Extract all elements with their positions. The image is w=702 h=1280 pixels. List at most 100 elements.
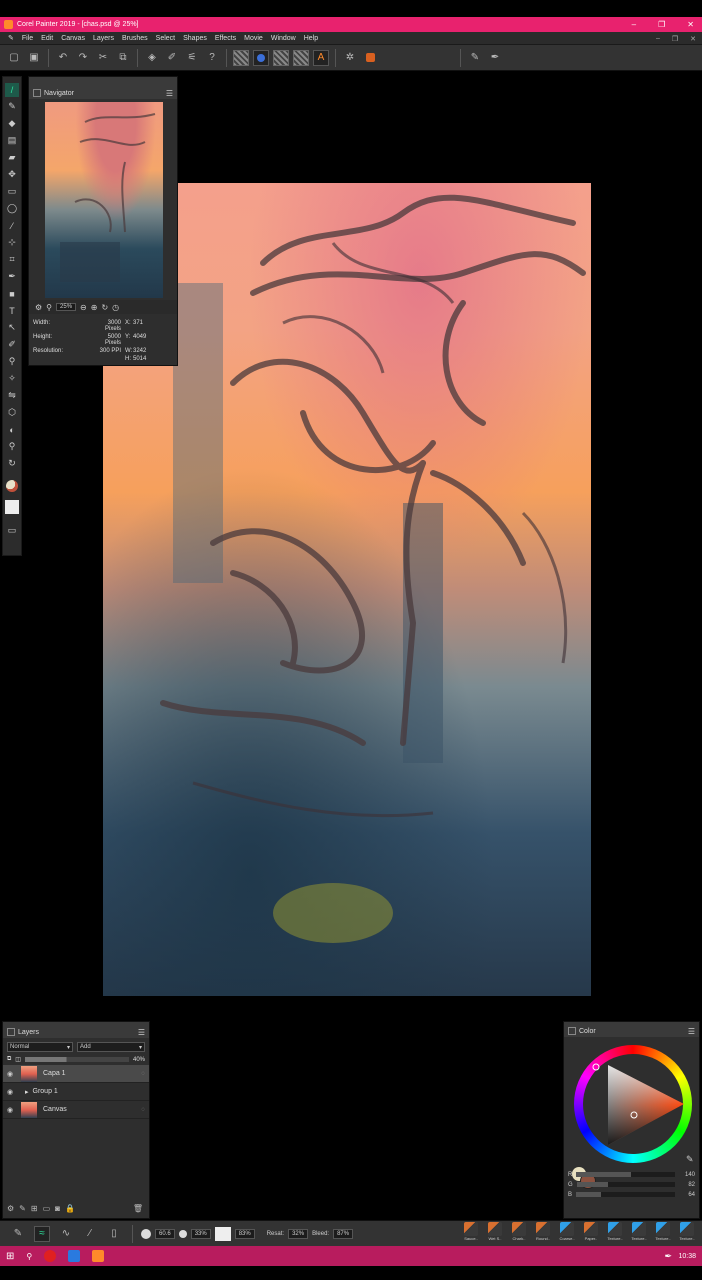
blue-slider[interactable] bbox=[576, 1192, 675, 1197]
doc-minimize-button[interactable]: – bbox=[656, 35, 660, 42]
brush-selector-icon[interactable]: ✎ bbox=[10, 1226, 26, 1242]
rubber-stamp-icon[interactable]: ⚲ bbox=[5, 355, 19, 369]
nav-zoom-in-icon[interactable]: ⊕ bbox=[91, 303, 98, 312]
menu-brushes[interactable]: Brushes bbox=[118, 35, 152, 42]
painter-taskbar-icon[interactable] bbox=[92, 1250, 105, 1262]
menu-effects[interactable]: Effects bbox=[211, 35, 240, 42]
color-set-icon[interactable] bbox=[253, 49, 269, 66]
layer-link-icon[interactable]: ◌ bbox=[141, 1107, 145, 1113]
dropper-tool-icon[interactable]: ✎ bbox=[5, 100, 19, 114]
dynamic-plugins-icon[interactable]: ✎ bbox=[19, 1204, 26, 1213]
layer-commands-icon[interactable]: ⚙ bbox=[7, 1204, 14, 1213]
copy-icon[interactable]: ⧉ bbox=[115, 50, 131, 66]
bleed-field[interactable]: 87% bbox=[333, 1228, 354, 1239]
blue-slider-row[interactable]: B 64 bbox=[564, 1190, 699, 1199]
layer-row-canvas[interactable]: ◉ Canvas ◌ bbox=[3, 1101, 149, 1119]
cut-icon[interactable]: ✂ bbox=[95, 50, 111, 66]
menu-layers[interactable]: Layers bbox=[89, 35, 118, 42]
paper-swatch-icon[interactable] bbox=[5, 499, 19, 514]
dodge-icon[interactable]: ✧ bbox=[5, 372, 19, 386]
resat-field[interactable]: 32% bbox=[288, 1228, 309, 1239]
brush-preset[interactable]: Texture.. bbox=[676, 1222, 698, 1241]
texture-icon[interactable] bbox=[233, 49, 249, 66]
nav-reset-icon[interactable]: ◷ bbox=[112, 303, 119, 312]
opera-taskbar-icon[interactable] bbox=[44, 1250, 57, 1262]
menu-doc-icon[interactable]: ✎ bbox=[4, 34, 18, 42]
transform-icon[interactable]: ⊹ bbox=[5, 236, 19, 250]
pen-icon[interactable]: ✒ bbox=[5, 270, 19, 284]
new-file-icon[interactable]: ▢ bbox=[6, 50, 22, 66]
nav-zoom-field[interactable]: 25% bbox=[56, 303, 77, 311]
layer-row-capa-1[interactable]: ◉ Capa 1 ◌ bbox=[3, 1065, 149, 1083]
color-header[interactable]: Color ☰ bbox=[564, 1025, 699, 1037]
gradient-icon[interactable] bbox=[293, 49, 309, 66]
navigator-thumbnail[interactable] bbox=[45, 102, 163, 298]
rotate-page-icon[interactable]: ↻ bbox=[5, 457, 19, 471]
paper-icon[interactable]: ◈ bbox=[144, 50, 160, 66]
menu-shapes[interactable]: Shapes bbox=[179, 35, 211, 42]
brush-preset[interactable]: Texture.. bbox=[604, 1222, 626, 1241]
new-layer-icon[interactable]: ⊞ bbox=[31, 1204, 38, 1213]
cloner-icon[interactable]: ✐ bbox=[5, 338, 19, 352]
blue-value[interactable]: 64 bbox=[679, 1192, 695, 1198]
saturation-value-triangle[interactable] bbox=[568, 1041, 696, 1169]
eraser-icon[interactable]: ▰ bbox=[5, 151, 19, 165]
menu-movie[interactable]: Movie bbox=[240, 35, 267, 42]
brush-preset[interactable]: Wet S.. bbox=[484, 1222, 506, 1241]
mirror-icon[interactable]: ⇋ bbox=[5, 389, 19, 403]
brush-preset[interactable]: Paper.. bbox=[580, 1222, 602, 1241]
brush-preset[interactable]: Sauce.. bbox=[460, 1222, 482, 1241]
pattern-icon[interactable] bbox=[273, 49, 289, 66]
opacity-slider[interactable] bbox=[24, 1057, 129, 1062]
brush-preset[interactable]: Texture.. bbox=[652, 1222, 674, 1241]
panel-menu-icon[interactable]: ☰ bbox=[138, 1028, 145, 1037]
gradient-tool-icon[interactable]: ▤ bbox=[5, 134, 19, 148]
grain-field[interactable]: 83% bbox=[234, 1228, 255, 1239]
new-group-icon[interactable]: ▭ bbox=[43, 1204, 51, 1213]
panel-grip[interactable] bbox=[29, 77, 177, 87]
brush-preset[interactable]: Coarse.. bbox=[556, 1222, 578, 1241]
menu-file[interactable]: File bbox=[18, 35, 37, 42]
magic-wand-icon[interactable]: ⁄ bbox=[5, 219, 19, 233]
brush-tool-icon[interactable]: / bbox=[5, 82, 19, 97]
clone-icon[interactable]: ✲ bbox=[342, 50, 358, 66]
menu-canvas[interactable]: Canvas bbox=[57, 35, 89, 42]
help-icon[interactable]: ? bbox=[204, 50, 220, 66]
paint-bucket-icon[interactable]: ◆ bbox=[5, 117, 19, 131]
composite-depth-select[interactable]: Add ▾ bbox=[77, 1042, 145, 1052]
menu-select[interactable]: Select bbox=[152, 35, 179, 42]
color-swatch-icon[interactable] bbox=[6, 480, 18, 492]
brush-preset[interactable]: Texture.. bbox=[628, 1222, 650, 1241]
screen-mode-icon[interactable]: ▭ bbox=[5, 523, 19, 537]
redo-icon[interactable]: ↷ bbox=[75, 50, 91, 66]
minimize-button[interactable]: – bbox=[632, 20, 636, 29]
panel-menu-icon[interactable]: ☰ bbox=[166, 89, 173, 98]
red-value[interactable]: 140 bbox=[679, 1172, 695, 1178]
red-slider[interactable] bbox=[576, 1172, 675, 1177]
magnifier-icon[interactable]: ⚲ bbox=[5, 440, 19, 454]
trash-icon[interactable]: 🗑 bbox=[133, 1204, 143, 1213]
rectangle-shape-icon[interactable]: ■ bbox=[5, 287, 19, 301]
brush-settings-icon[interactable]: ⚟ bbox=[184, 50, 200, 66]
brush-tracking-icon[interactable]: ✒ bbox=[487, 50, 503, 66]
layer-adjuster-icon[interactable]: ✥ bbox=[5, 168, 19, 182]
preserve-transparency-icon[interactable]: ⧉ bbox=[7, 1056, 11, 1063]
layer-row-group-1[interactable]: ◉ ▸ Group 1 bbox=[3, 1083, 149, 1101]
lock-icon[interactable]: 🔒 bbox=[65, 1204, 75, 1213]
doc-close-button[interactable]: ✕ bbox=[690, 35, 696, 43]
menu-window[interactable]: Window bbox=[267, 35, 300, 42]
brush-library-icon[interactable]: ✐ bbox=[164, 50, 180, 66]
size-field[interactable]: 60.6 bbox=[155, 1228, 175, 1239]
rect-select-icon[interactable]: ▭ bbox=[5, 185, 19, 199]
navigator-header[interactable]: Navigator ☰ bbox=[29, 87, 177, 99]
undo-icon[interactable]: ↶ bbox=[55, 50, 71, 66]
nav-zoom-out-icon[interactable]: ⊖ bbox=[80, 303, 87, 312]
color-wheel-area[interactable]: ✎ bbox=[568, 1041, 696, 1189]
search-icon[interactable]: ⚲ bbox=[26, 1252, 32, 1261]
layers-header[interactable]: Layers ☰ bbox=[3, 1026, 149, 1038]
eye-icon[interactable]: ◉ bbox=[7, 1106, 17, 1114]
pen-tray-icon[interactable]: ✒ bbox=[664, 1251, 672, 1262]
nav-zoom-icon[interactable]: ⚲ bbox=[46, 303, 52, 312]
reset-tool-icon[interactable]: ▯ bbox=[106, 1226, 122, 1242]
nav-settings-icon[interactable]: ⚙ bbox=[35, 303, 42, 312]
